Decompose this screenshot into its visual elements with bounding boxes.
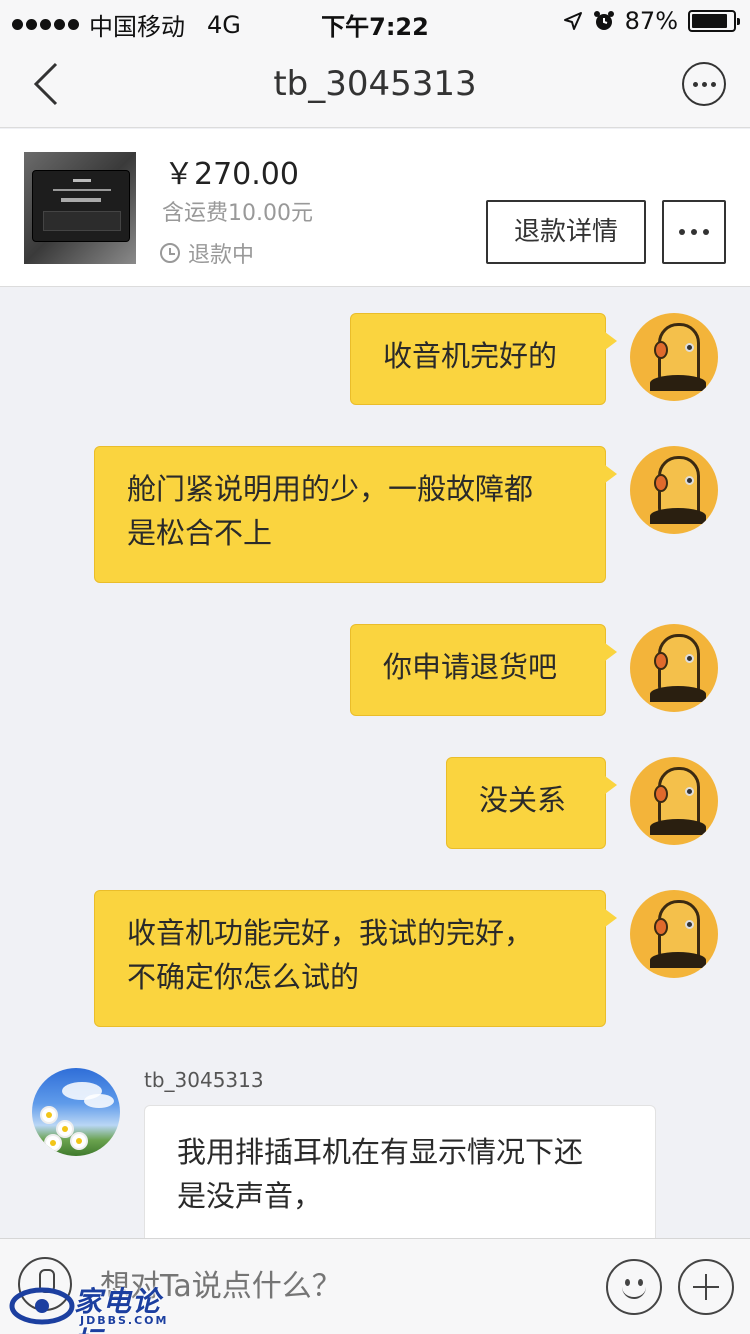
my-avatar[interactable] [630,313,718,401]
more-options-button[interactable] [682,62,726,106]
dot-icon [703,229,709,235]
order-price: ￥270.00 [164,157,299,192]
refund-detail-button[interactable]: 退款详情 [486,200,646,264]
order-more-button[interactable] [662,200,726,264]
location-arrow-icon [563,12,582,30]
message-text-line: 收音机功能完好，我试的完好， [127,916,534,950]
message-bubble-outgoing[interactable]: 收音机功能完好，我试的完好， 不确定你怎么试的 [94,890,617,1027]
watermark-logo: 家电论坛 JDBBS.COM [8,1280,188,1334]
emoji-button[interactable] [606,1259,662,1315]
status-bar: 中国移动 4G 下午7:22 87% [0,0,750,41]
message-text-line: 我用排插耳机在有显示情况下还 [177,1135,584,1169]
contact-avatar[interactable] [32,1068,120,1156]
message-text: 你申请退货吧 [383,650,558,684]
dot-icon [679,229,685,235]
message-text: 收音机完好的 [383,339,558,373]
dot-icon [692,81,698,87]
message-text-line: 是松合不上 [127,516,273,550]
nav-bar: tb_3045313 [0,40,750,128]
alarm-clock-icon [593,11,614,30]
my-avatar[interactable] [630,624,718,712]
message-text-line: 不确定你怎么试的 [127,960,360,994]
message-bubble-outgoing[interactable]: 没关系 [446,757,617,849]
watermark-swoosh-icon [9,1287,75,1325]
refund-status-label: 退款中 [188,243,255,268]
message-bubble-incoming[interactable]: 我用排插耳机在有显示情况下还 是没声音， [144,1105,656,1245]
my-avatar[interactable] [630,446,718,534]
status-right: 87% [563,7,740,35]
refund-status: 退款中 [160,237,254,269]
message-text-line: 舱门紧说明用的少，一般故障都 [127,472,534,506]
message-text: 没关系 [479,783,567,817]
clock-icon [160,243,180,263]
walkman-image [32,170,130,242]
shipping-fee: 含运费10.00元 [162,201,313,226]
battery-fill [692,14,727,28]
add-attachment-button[interactable] [678,1259,734,1315]
dot-icon [710,81,716,87]
message-bubble-outgoing[interactable]: 你申请退货吧 [350,624,617,716]
order-card: ￥270.00 含运费10.00元 退款中 退款详情 [0,129,750,287]
dot-icon [691,229,697,235]
dot-icon [701,81,707,87]
chat-title: tb_3045313 [273,64,477,104]
my-avatar[interactable] [630,890,718,978]
watermark-url: JDBBS.COM [80,1314,169,1327]
message-bubble-outgoing[interactable]: 舱门紧说明用的少，一般故障都 是松合不上 [94,446,617,583]
product-thumbnail[interactable] [24,152,136,264]
my-avatar[interactable] [630,757,718,845]
sender-name: tb_3045313 [144,1068,264,1092]
message-text-line: 是没声音， [177,1179,323,1213]
battery-icon [688,10,740,32]
message-bubble-outgoing[interactable]: 收音机完好的 [350,313,617,405]
battery-percent: 87% [624,7,678,35]
